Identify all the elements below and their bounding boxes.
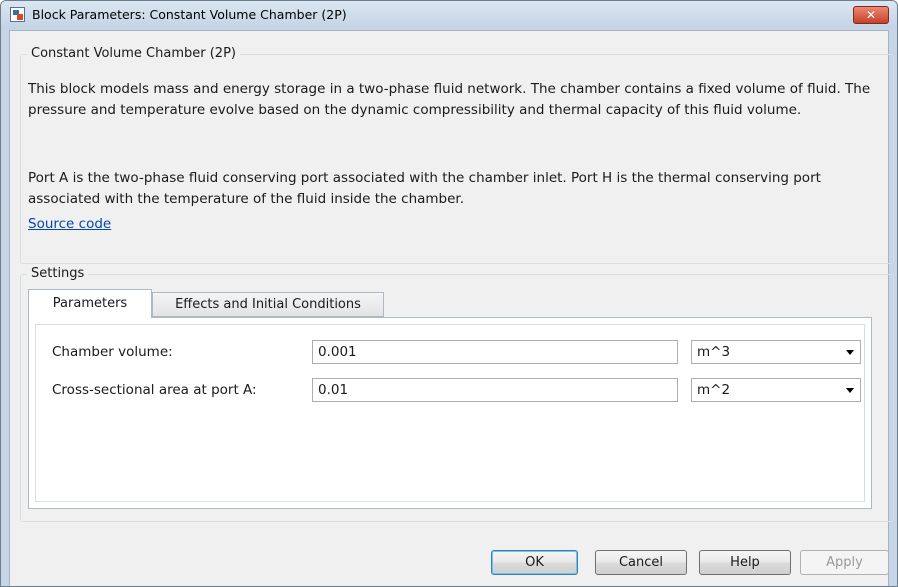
- chamber-volume-field[interactable]: 0.001: [312, 340, 678, 364]
- unit-value: m^3: [697, 344, 731, 360]
- window-title: Block Parameters: Constant Volume Chambe…: [32, 7, 347, 22]
- chevron-down-icon: [846, 388, 854, 393]
- chamber-volume-unit-select[interactable]: m^3: [691, 340, 861, 364]
- tab-label: Parameters: [52, 296, 128, 311]
- tab-effects-and-initial-conditions[interactable]: Effects and Initial Conditions: [152, 292, 384, 317]
- block-description: This block models mass and energy storag…: [28, 81, 871, 118]
- dialog-window: Block Parameters: Constant Volume Chambe…: [0, 0, 898, 587]
- port-description: Port A is the two-phase fluid conserving…: [28, 170, 821, 207]
- settings-title: Settings: [27, 266, 89, 281]
- cross-sectional-area-label: Cross-sectional area at port A:: [52, 382, 257, 398]
- chamber-volume-label: Chamber volume:: [52, 344, 173, 360]
- dialog-body: Constant Volume Chamber (2P) This block …: [9, 30, 894, 586]
- ok-button[interactable]: OK: [491, 550, 578, 575]
- block-name: Constant Volume Chamber (2P): [27, 46, 240, 61]
- description-group: Constant Volume Chamber (2P) This block …: [20, 46, 894, 264]
- close-button[interactable]: ✕: [853, 6, 889, 24]
- apply-button[interactable]: Apply: [800, 550, 889, 575]
- tab-label: Effects and Initial Conditions: [175, 297, 361, 312]
- chevron-down-icon: [846, 350, 854, 355]
- cross-sectional-area-unit-select[interactable]: m^2: [691, 378, 861, 402]
- title-bar[interactable]: Block Parameters: Constant Volume Chambe…: [1, 1, 897, 29]
- help-button[interactable]: Help: [699, 550, 791, 575]
- cross-sectional-area-field[interactable]: 0.01: [312, 378, 678, 402]
- unit-value: m^2: [697, 382, 731, 398]
- source-code-link[interactable]: Source code: [28, 216, 111, 232]
- parameters-panel: Chamber volume: 0.001 m^3 Cross-sectiona…: [28, 317, 872, 509]
- tab-parameters[interactable]: Parameters: [28, 289, 152, 318]
- simulink-block-icon: [10, 7, 25, 22]
- cancel-button[interactable]: Cancel: [595, 550, 687, 575]
- parameters-box: Chamber volume: 0.001 m^3 Cross-sectiona…: [35, 324, 865, 502]
- close-icon: ✕: [865, 8, 877, 22]
